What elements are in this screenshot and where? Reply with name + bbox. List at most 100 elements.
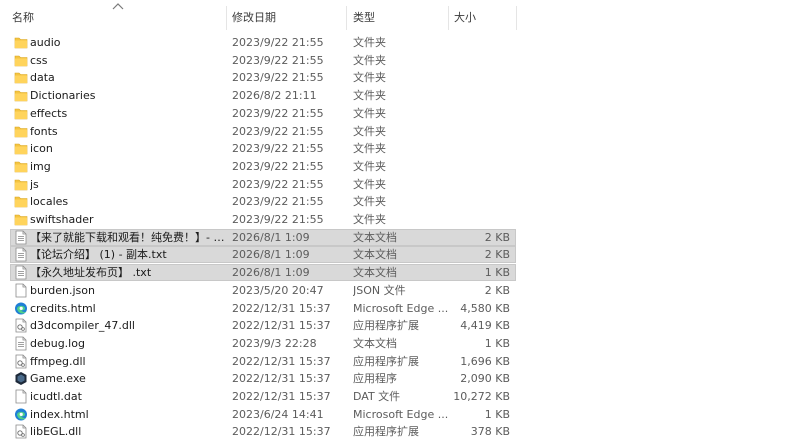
- blank-file-icon: [14, 283, 28, 298]
- file-modified-date: 2023/9/22 21:55: [232, 195, 324, 209]
- file-type: 应用程序扩展: [353, 319, 419, 333]
- file-row[interactable]: 【来了就能下载和观看！纯免费！】- 副... 2026/8/1 1:09 文本文档 2…: [10, 228, 516, 246]
- file-type: 文件夹: [353, 71, 386, 85]
- file-row[interactable]: img 2023/9/22 21:55 文件夹: [10, 158, 516, 175]
- column-header-name[interactable]: 名称: [12, 0, 34, 32]
- file-name: ffmpeg.dll: [30, 354, 86, 368]
- file-name: fonts: [30, 124, 58, 138]
- file-row[interactable]: index.html 2023/6/24 14:41 Microsoft Edge …: [10, 406, 516, 423]
- file-modified-date: 2023/9/22 21:55: [232, 36, 324, 49]
- file-name: d3dcompiler_47.dll: [30, 319, 135, 333]
- file-modified-date: 2023/9/22 21:55: [232, 213, 324, 226]
- file-row[interactable]: 【论坛介绍】 (1) - 副本.txt 2026/8/1 1:09 文本文档 2 KB: [10, 246, 516, 264]
- column-header-bar: 名称 修改日期 类型 大小: [0, 0, 800, 32]
- file-row[interactable]: Game.exe 2022/12/31 15:37 应用程序 2,090 KB: [10, 370, 516, 387]
- file-modified-date: 2023/9/22 21:55: [232, 53, 324, 67]
- file-row[interactable]: ffmpeg.dll 2022/12/31 15:37 应用程序扩展 1,696 KB: [10, 353, 516, 370]
- file-row[interactable]: debug.log 2023/9/3 22:28 文本文档 1 KB: [10, 335, 516, 352]
- file-type: 应用程序扩展: [353, 425, 419, 439]
- file-name: icon: [30, 142, 53, 156]
- file-row[interactable]: burden.json 2023/5/20 20:47 JSON 文件 2 KB: [10, 282, 516, 299]
- column-header-date[interactable]: 修改日期: [232, 0, 276, 32]
- file-name: credits.html: [30, 301, 96, 315]
- file-type: 文件夹: [353, 213, 386, 226]
- file-type: DAT 文件: [353, 390, 401, 403]
- column-header-size[interactable]: 大小: [454, 0, 476, 32]
- file-modified-date: 2023/9/22 21:55: [232, 177, 324, 191]
- file-modified-date: 2026/8/1 1:09: [232, 248, 310, 262]
- column-divider[interactable]: [346, 6, 347, 30]
- file-size: [450, 193, 510, 210]
- file-modified-date: 2023/9/22 21:55: [232, 71, 324, 85]
- file-modified-date: 2023/9/22 21:55: [232, 124, 324, 138]
- file-name: audio: [30, 36, 61, 49]
- game-exe-icon: [14, 371, 28, 386]
- file-name: burden.json: [30, 283, 95, 297]
- file-type: 文本文档: [353, 230, 397, 244]
- file-modified-date: 2022/12/31 15:37: [232, 354, 331, 368]
- file-size: [450, 52, 510, 69]
- file-modified-date: 2023/9/22 21:55: [232, 159, 324, 173]
- file-type: 应用程序扩展: [353, 354, 419, 368]
- file-size: 2 KB: [484, 230, 510, 244]
- file-size: 10,272 KB: [453, 390, 510, 403]
- file-name: img: [30, 159, 51, 173]
- file-type: 文件夹: [353, 124, 386, 138]
- column-divider[interactable]: [516, 6, 517, 30]
- column-divider[interactable]: [448, 6, 449, 30]
- file-row[interactable]: 【永久地址发布页】 .txt 2026/8/1 1:09 文本文档 1 KB: [10, 264, 516, 282]
- folder-icon: [14, 106, 28, 121]
- file-type: 文件夹: [353, 36, 386, 49]
- file-row[interactable]: swiftshader 2023/9/22 21:55 文件夹: [10, 211, 516, 228]
- file-row[interactable]: icudtl.dat 2022/12/31 15:37 DAT 文件 10,272 K…: [10, 388, 516, 405]
- blank-file-icon: [14, 389, 28, 404]
- file-row[interactable]: Dictionaries 2026/8/2 21:11 文件夹: [10, 87, 516, 104]
- file-row[interactable]: css 2023/9/22 21:55 文件夹: [10, 52, 516, 69]
- file-row[interactable]: libEGL.dll 2022/12/31 15:37 应用程序扩展 378 KB: [10, 423, 516, 440]
- file-size: [450, 140, 510, 157]
- file-row[interactable]: effects 2023/9/22 21:55 文件夹: [10, 105, 516, 122]
- edge-html-icon: [14, 301, 28, 316]
- file-modified-date: 2023/9/22 21:55: [232, 142, 324, 156]
- file-size: 1,696 KB: [460, 354, 510, 368]
- file-type: 文本文档: [353, 248, 397, 262]
- file-size: 2 KB: [484, 283, 510, 297]
- dll-file-icon: [14, 318, 28, 333]
- file-row[interactable]: credits.html 2022/12/31 15:37 Microsoft Ed…: [10, 300, 516, 317]
- folder-icon: [14, 70, 28, 85]
- file-row[interactable]: audio 2023/9/22 21:55 文件夹: [10, 34, 516, 51]
- folder-icon: [14, 53, 28, 68]
- file-size: [450, 123, 510, 140]
- dll-file-icon: [14, 424, 28, 439]
- column-divider[interactable]: [226, 6, 227, 30]
- file-row[interactable]: d3dcompiler_47.dll 2022/12/31 15:37 应用程序扩展…: [10, 317, 516, 334]
- file-type: 文件夹: [353, 106, 386, 120]
- file-name: Game.exe: [30, 372, 86, 386]
- file-size: 4,419 KB: [460, 319, 510, 333]
- file-type: 文本文档: [353, 336, 397, 350]
- file-type: 应用程序: [353, 372, 397, 386]
- file-type: Microsoft Edge ...: [353, 301, 449, 315]
- text-file-icon: [14, 247, 28, 262]
- file-modified-date: 2023/6/24 14:41: [232, 407, 324, 421]
- text-file-icon: [14, 265, 28, 280]
- file-name: 【永久地址发布页】 .txt: [30, 266, 152, 280]
- file-modified-date: 2026/8/1 1:09: [232, 230, 310, 244]
- folder-icon: [14, 35, 28, 50]
- file-size: [450, 87, 510, 104]
- file-type: 文本文档: [353, 266, 397, 280]
- file-size: [450, 158, 510, 175]
- file-row[interactable]: data 2023/9/22 21:55 文件夹: [10, 69, 516, 86]
- file-size: [450, 211, 510, 228]
- file-row[interactable]: js 2023/9/22 21:55 文件夹: [10, 176, 516, 193]
- file-type: 文件夹: [353, 53, 386, 67]
- file-row[interactable]: fonts 2023/9/22 21:55 文件夹: [10, 123, 516, 140]
- file-size: 378 KB: [470, 425, 510, 439]
- file-row[interactable]: icon 2023/9/22 21:55 文件夹: [10, 140, 516, 157]
- folder-icon: [14, 88, 28, 103]
- file-type: Microsoft Edge ...: [353, 407, 449, 421]
- file-modified-date: 2023/9/22 21:55: [232, 106, 324, 120]
- file-row[interactable]: locales 2023/9/22 21:55 文件夹: [10, 193, 516, 210]
- column-header-type[interactable]: 类型: [353, 0, 375, 32]
- file-type: 文件夹: [353, 142, 386, 156]
